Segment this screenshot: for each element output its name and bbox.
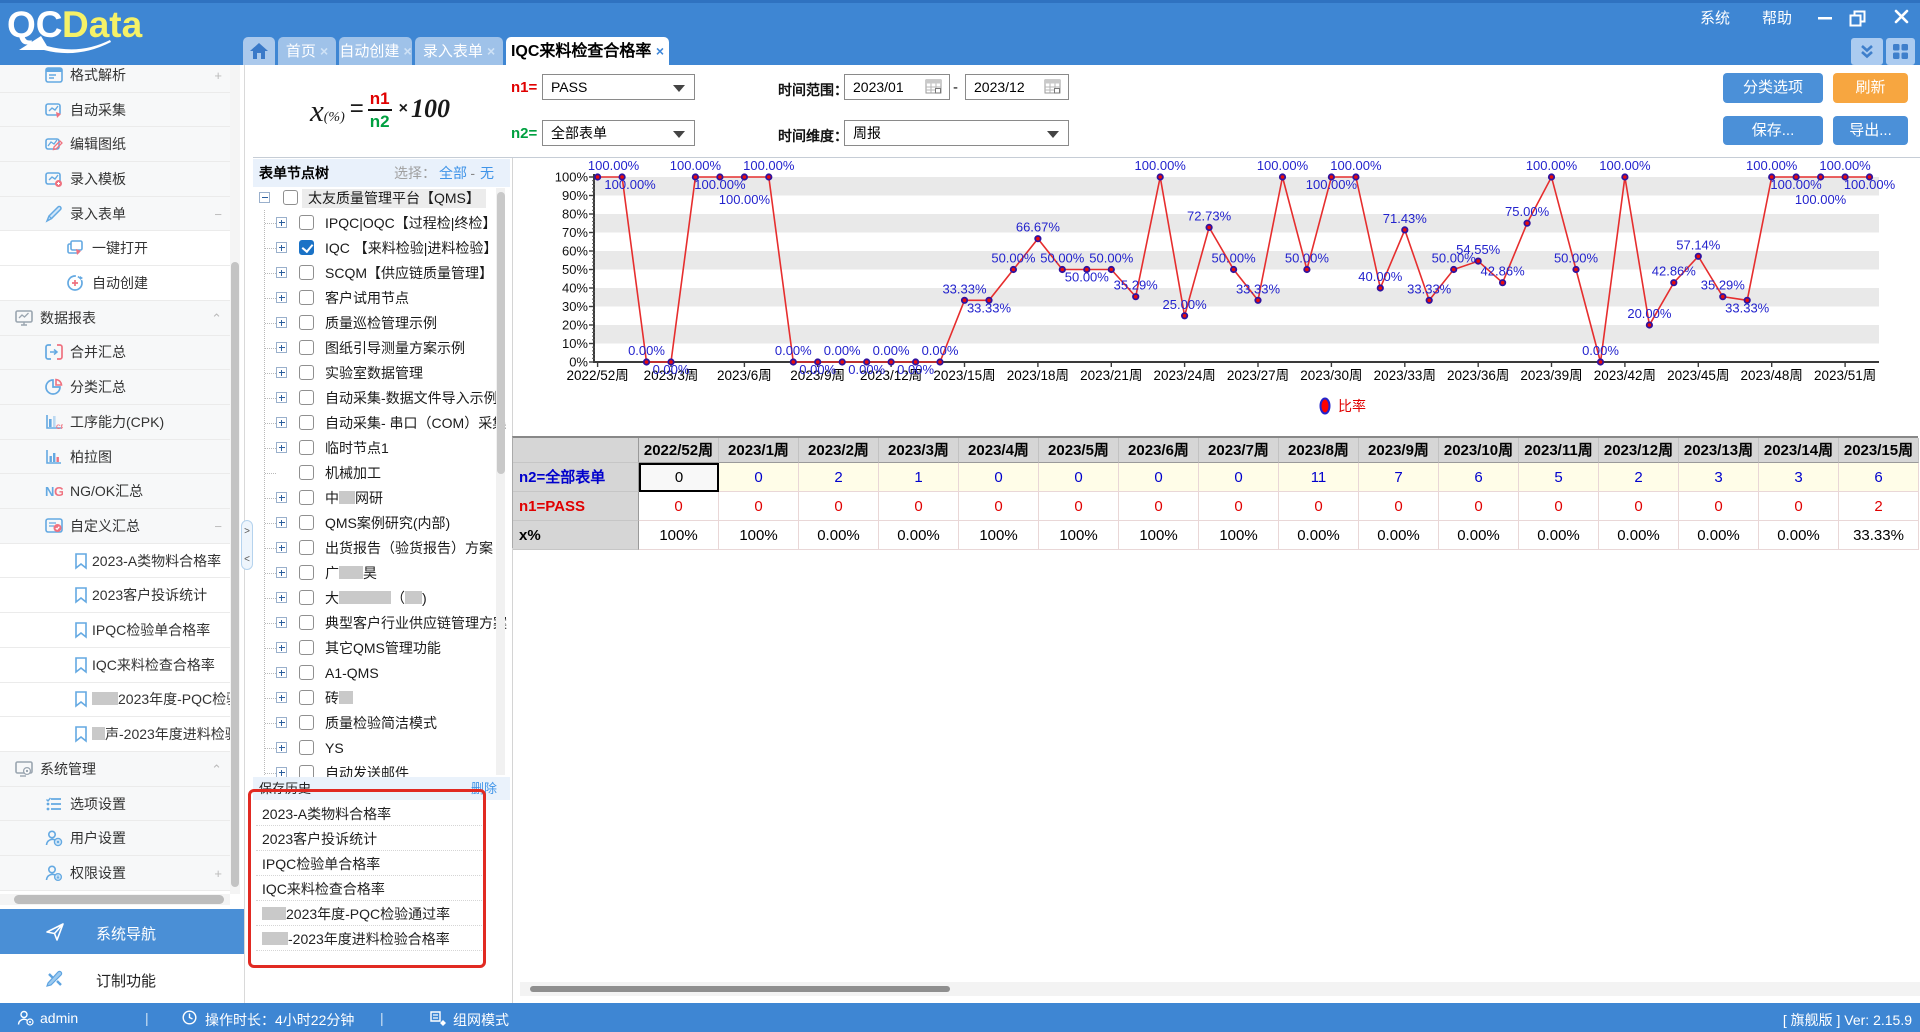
svg-text:2023/15周: 2023/15周: [933, 368, 995, 383]
svg-text:2023/6周: 2023/6周: [717, 368, 772, 383]
svg-text:100.00%: 100.00%: [1795, 192, 1847, 207]
svg-text:25.00%: 25.00%: [1163, 297, 1208, 312]
svg-text:60%: 60%: [562, 244, 588, 259]
svg-text:2023/30周: 2023/30周: [1300, 368, 1362, 383]
svg-text:50.00%: 50.00%: [1065, 270, 1110, 285]
svg-text:2023/27周: 2023/27周: [1227, 368, 1289, 383]
svg-text:54.55%: 54.55%: [1456, 242, 1501, 257]
svg-text:2023/42周: 2023/42周: [1594, 368, 1656, 383]
svg-text:100.00%: 100.00%: [1526, 160, 1578, 173]
svg-text:72.73%: 72.73%: [1187, 208, 1232, 223]
svg-text:QC: QC: [7, 4, 63, 45]
svg-text:Data: Data: [62, 4, 143, 45]
svg-text:40%: 40%: [562, 281, 588, 296]
svg-text:100.00%: 100.00%: [604, 177, 656, 192]
svg-text:50.00%: 50.00%: [1285, 251, 1330, 266]
svg-text:100.00%: 100.00%: [719, 192, 771, 207]
svg-text:N: N: [45, 484, 54, 499]
svg-text:75.00%: 75.00%: [1505, 204, 1550, 219]
svg-text:CPK: CPK: [56, 424, 63, 431]
svg-text:57.14%: 57.14%: [1676, 237, 1721, 252]
svg-text:35.29%: 35.29%: [1701, 278, 1746, 293]
svg-text:100.00%: 100.00%: [1306, 177, 1358, 192]
svg-text:80%: 80%: [562, 207, 588, 222]
svg-text:50.00%: 50.00%: [1089, 251, 1134, 266]
svg-text:100.00%: 100.00%: [743, 160, 795, 173]
svg-text:33.33%: 33.33%: [942, 281, 987, 296]
svg-text:100.00%: 100.00%: [694, 177, 746, 192]
svg-text:0.00%: 0.00%: [775, 343, 812, 358]
svg-text:100.00%: 100.00%: [1746, 160, 1798, 173]
svg-text:0.00%: 0.00%: [873, 343, 910, 358]
svg-text:50.00%: 50.00%: [1212, 251, 1257, 266]
svg-text:100.00%: 100.00%: [1770, 177, 1822, 192]
svg-text:2023/39周: 2023/39周: [1520, 368, 1582, 383]
svg-text:100.00%: 100.00%: [588, 160, 640, 173]
svg-text:G: G: [54, 484, 63, 499]
svg-text:42.86%: 42.86%: [1652, 264, 1697, 279]
svg-text:0.00%: 0.00%: [824, 343, 861, 358]
svg-text:2023/45周: 2023/45周: [1667, 368, 1729, 383]
svg-text:33.33%: 33.33%: [1725, 300, 1770, 315]
svg-text:2023/24周: 2023/24周: [1153, 368, 1215, 383]
svg-text:0.00%: 0.00%: [653, 362, 690, 377]
svg-text:100.00%: 100.00%: [1819, 160, 1871, 173]
svg-text:0.00%: 0.00%: [848, 362, 885, 377]
svg-text:33.33%: 33.33%: [1236, 281, 1281, 296]
svg-text:20%: 20%: [562, 318, 588, 333]
svg-text:35.29%: 35.29%: [1114, 278, 1159, 293]
svg-text:2022/52周: 2022/52周: [566, 368, 628, 383]
svg-text:2023/36周: 2023/36周: [1447, 368, 1509, 383]
svg-text:0.00%: 0.00%: [922, 343, 959, 358]
svg-text:66.67%: 66.67%: [1016, 220, 1061, 235]
svg-text:42.86%: 42.86%: [1481, 264, 1526, 279]
svg-text:40.00%: 40.00%: [1358, 269, 1403, 284]
svg-text:100.00%: 100.00%: [1135, 160, 1187, 173]
svg-text:2023/18周: 2023/18周: [1007, 368, 1069, 383]
svg-text:100%: 100%: [555, 170, 589, 185]
svg-text:33.33%: 33.33%: [967, 300, 1012, 315]
svg-text:20.00%: 20.00%: [1627, 306, 1672, 321]
svg-text:2023/21周: 2023/21周: [1080, 368, 1142, 383]
svg-text:50.00%: 50.00%: [1040, 251, 1085, 266]
svg-text:71.43%: 71.43%: [1383, 211, 1428, 226]
svg-text:2023/51周: 2023/51周: [1814, 368, 1876, 383]
svg-text:100.00%: 100.00%: [1844, 177, 1896, 192]
svg-text:100.00%: 100.00%: [670, 160, 722, 173]
svg-text:90%: 90%: [562, 188, 588, 203]
svg-text:50.00%: 50.00%: [1554, 251, 1599, 266]
svg-text:10%: 10%: [562, 336, 588, 351]
svg-text:33.33%: 33.33%: [1407, 281, 1452, 296]
svg-text:100.00%: 100.00%: [1599, 160, 1651, 173]
svg-text:比率: 比率: [1338, 398, 1366, 414]
svg-text:2023/33周: 2023/33周: [1374, 368, 1436, 383]
svg-text:100.00%: 100.00%: [1257, 160, 1309, 173]
svg-text:0.00%: 0.00%: [897, 362, 934, 377]
svg-text:100.00%: 100.00%: [1330, 160, 1382, 173]
svg-text:0.00%: 0.00%: [1582, 343, 1619, 358]
svg-text:2023/48周: 2023/48周: [1741, 368, 1803, 383]
svg-text:0.00%: 0.00%: [628, 343, 665, 358]
svg-text:50%: 50%: [562, 262, 588, 277]
svg-text:0.00%: 0.00%: [799, 362, 836, 377]
svg-text:50.00%: 50.00%: [991, 251, 1036, 266]
svg-text:70%: 70%: [562, 225, 588, 240]
svg-text:30%: 30%: [562, 299, 588, 314]
